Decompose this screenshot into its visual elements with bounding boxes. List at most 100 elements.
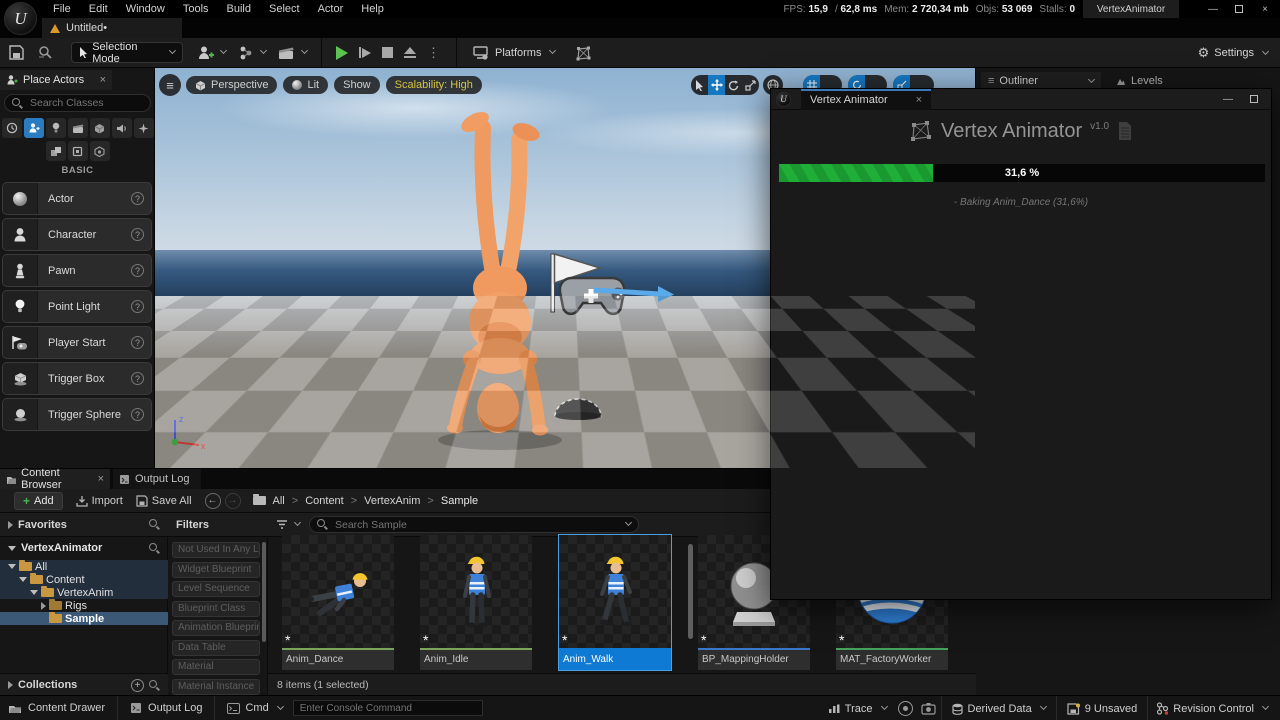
gameplay-category-icon[interactable]: [68, 141, 88, 161]
browse-content-icon[interactable]: [37, 45, 53, 60]
place-actor-item-point-light[interactable]: Point Light?: [2, 290, 152, 323]
place-actor-item-actor[interactable]: Actor?: [2, 182, 152, 215]
derived-data-dropdown[interactable]: Derived Data: [942, 703, 1056, 715]
play-button[interactable]: [336, 46, 348, 60]
search-assets-input[interactable]: [333, 518, 617, 532]
close-icon[interactable]: ×: [916, 94, 922, 106]
collections-header[interactable]: Collections +: [0, 673, 168, 696]
vertex-animator-toolbar-icon[interactable]: [575, 45, 592, 61]
content-browser-tab[interactable]: Content Browser ×: [0, 469, 110, 489]
geometry-category-icon[interactable]: [46, 141, 66, 161]
recently-placed-icon[interactable]: [2, 118, 22, 138]
maximize-button[interactable]: [1226, 1, 1252, 17]
shapes-category-icon[interactable]: [90, 118, 110, 138]
blueprints-button[interactable]: [238, 45, 266, 60]
forward-icon[interactable]: →: [225, 493, 241, 509]
show-dropdown[interactable]: Show: [334, 76, 380, 94]
move-tool-icon[interactable]: [708, 75, 725, 95]
stop-button[interactable]: [382, 47, 393, 58]
cinematic-category-icon[interactable]: [68, 118, 88, 138]
unreal-logo[interactable]: U: [4, 2, 37, 35]
place-actor-item-character[interactable]: Character?: [2, 218, 152, 251]
import-button[interactable]: Import: [76, 495, 123, 507]
filter-chip[interactable]: Widget Blueprint: [172, 562, 260, 578]
filter-chip[interactable]: Material Instance: [172, 679, 260, 695]
save-all-button[interactable]: Save All: [136, 495, 192, 507]
breadcrumb-content[interactable]: Content: [305, 495, 344, 507]
editor-mode-dropdown[interactable]: Selection Mode: [71, 42, 183, 63]
revision-control-dropdown[interactable]: Revision Control: [1148, 702, 1276, 715]
close-button[interactable]: ×: [1252, 1, 1278, 17]
output-log-tab[interactable]: Output Log: [113, 469, 201, 489]
content-drawer-button[interactable]: Content Drawer: [8, 702, 105, 714]
filter-chip[interactable]: Data Table: [172, 640, 260, 656]
back-icon[interactable]: ←: [205, 493, 221, 509]
filter-chip[interactable]: Material: [172, 659, 260, 675]
place-actor-item-trigger-box[interactable]: Trigger Box?: [2, 362, 152, 395]
select-tool-icon[interactable]: [691, 75, 708, 95]
place-actor-item-pawn[interactable]: Pawn?: [2, 254, 152, 287]
sources-header[interactable]: VertexAnimator: [0, 538, 168, 558]
menu-build[interactable]: Build: [218, 3, 260, 15]
play-options-ellipsis[interactable]: ⋮: [427, 45, 440, 61]
level-tab[interactable]: Untitled•: [42, 18, 182, 38]
add-button[interactable]: + Add: [14, 492, 63, 510]
asset-tile-anim-walk[interactable]: * Anim_Walk: [559, 535, 671, 670]
filter-funnel-dropdown[interactable]: [276, 520, 300, 530]
cmd-dropdown[interactable]: Cmd: [227, 702, 282, 714]
maximize-button[interactable]: [1241, 91, 1267, 107]
menu-select[interactable]: Select: [260, 3, 309, 15]
visual-effects-category-icon[interactable]: [134, 118, 154, 138]
trigger-dome[interactable]: [555, 399, 601, 420]
close-icon[interactable]: ×: [100, 74, 106, 86]
menu-file[interactable]: File: [44, 3, 80, 15]
mannequin-character[interactable]: [447, 108, 548, 436]
trace-dropdown[interactable]: Trace: [820, 703, 895, 715]
tree-item-sample[interactable]: Sample: [0, 612, 168, 625]
breadcrumb-vertexanim[interactable]: VertexAnim: [364, 495, 420, 507]
screenshot-icon[interactable]: [921, 702, 936, 715]
player-start-gizmo[interactable]: [551, 254, 674, 314]
add-collection-icon[interactable]: +: [131, 679, 144, 692]
cinematics-button[interactable]: [278, 45, 307, 60]
asset-tile-anim-idle[interactable]: * Anim_Idle: [420, 535, 532, 670]
unsaved-assets-button[interactable]: 9 Unsaved: [1057, 703, 1148, 715]
minimize-button[interactable]: —: [1215, 91, 1241, 107]
settings-dropdown[interactable]: ⚙ Settings: [1198, 45, 1268, 61]
assets-scrollbar[interactable]: [688, 544, 693, 639]
search-icon[interactable]: [149, 543, 160, 554]
lit-dropdown[interactable]: Lit: [283, 76, 328, 94]
place-actors-tab[interactable]: Place Actors ×: [0, 70, 112, 90]
tree-item-all[interactable]: All: [0, 560, 168, 573]
rotate-tool-icon[interactable]: [725, 75, 742, 95]
favorites-header[interactable]: Favorites: [0, 513, 168, 537]
volumes-category-icon[interactable]: [90, 141, 110, 161]
vertex-window-titlebar[interactable]: U Vertex Animator × —: [771, 89, 1271, 110]
tree-item-rigs[interactable]: Rigs: [0, 599, 168, 612]
search-icon[interactable]: [149, 680, 160, 691]
console-command-input[interactable]: [293, 700, 483, 716]
output-log-button[interactable]: Output Log: [130, 702, 202, 714]
filter-chip[interactable]: Level Sequence: [172, 581, 260, 597]
menu-actor[interactable]: Actor: [309, 3, 353, 15]
lights-category-icon[interactable]: [46, 118, 66, 138]
search-icon[interactable]: [149, 519, 160, 530]
filter-chip[interactable]: Animation Blueprin: [172, 620, 260, 636]
tree-item-content[interactable]: Content: [0, 573, 168, 586]
menu-tools[interactable]: Tools: [174, 3, 218, 15]
frame-skip-button[interactable]: [359, 47, 371, 58]
class-search-box[interactable]: [4, 94, 151, 112]
breadcrumb-all[interactable]: All: [273, 495, 285, 507]
close-icon[interactable]: ×: [98, 473, 104, 485]
viewport-options-menu[interactable]: ≡: [159, 74, 181, 96]
minimize-button[interactable]: —: [1200, 1, 1226, 17]
search-options-chevron-icon[interactable]: [625, 519, 632, 526]
platforms-dropdown[interactable]: Platforms: [473, 46, 555, 60]
breadcrumb-sample[interactable]: Sample: [441, 495, 478, 507]
asset-search-box[interactable]: [309, 516, 639, 533]
menu-help[interactable]: Help: [352, 3, 393, 15]
perspective-dropdown[interactable]: Perspective: [186, 76, 277, 94]
audio-category-icon[interactable]: [112, 118, 132, 138]
filters-scrollbar[interactable]: [262, 542, 266, 642]
filter-chip[interactable]: Blueprint Class: [172, 601, 260, 617]
